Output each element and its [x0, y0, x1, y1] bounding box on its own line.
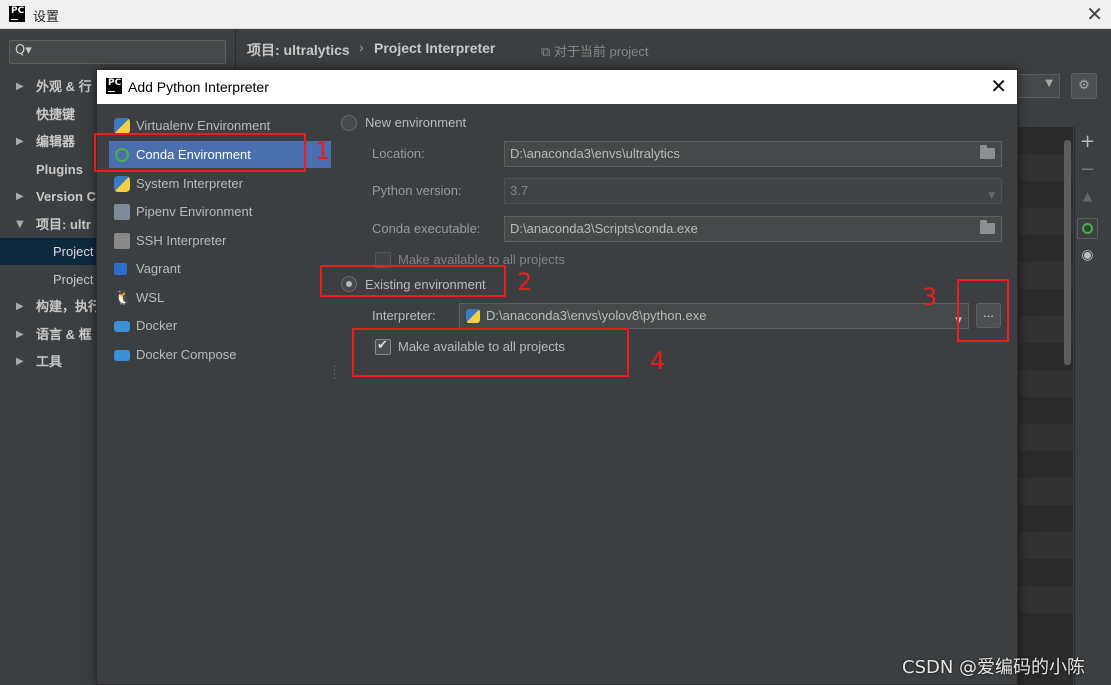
- collapse-arrow-icon[interactable]: ▼: [16, 211, 24, 238]
- expand-arrow-icon[interactable]: ▶: [16, 73, 24, 100]
- interpreter-value: D:\anaconda3\envs\yolov8\python.exe: [486, 308, 707, 323]
- csdn-watermark: CSDN @爱编码的小陈: [902, 657, 1086, 678]
- python-version-label: Python version:: [372, 183, 462, 198]
- annotation-number-4: 4: [650, 347, 666, 375]
- new-environment-radio[interactable]: [341, 115, 357, 131]
- chevron-down-icon: ▼: [988, 191, 995, 201]
- table-row: [1018, 370, 1073, 397]
- python-icon: [114, 118, 130, 134]
- env-type-system[interactable]: System Interpreter: [109, 170, 331, 197]
- env-type-docker-compose[interactable]: Docker Compose: [109, 341, 331, 368]
- expand-arrow-icon[interactable]: ▶: [16, 348, 24, 375]
- annotation-number-1: 1: [315, 137, 331, 165]
- docker-icon: [114, 350, 130, 361]
- location-label: Location:: [372, 146, 425, 161]
- table-row: [1018, 532, 1073, 559]
- expand-arrow-icon[interactable]: ▶: [16, 128, 24, 155]
- linux-icon: 🐧: [114, 290, 132, 306]
- python-version-value: 3.7: [510, 183, 529, 198]
- tree-item-label: 构建，执行: [36, 299, 102, 314]
- dialog-close-icon[interactable]: ✕: [990, 74, 1007, 98]
- new-environment-label: New environment: [365, 115, 467, 130]
- conda-executable-field[interactable]: D:\anaconda3\Scripts\conda.exe: [504, 216, 1002, 242]
- env-type-vagrant[interactable]: Vagrant: [109, 255, 331, 282]
- annotation-number-3: 3: [922, 283, 938, 311]
- tree-item-label: 语言 & 框: [36, 327, 92, 342]
- pycharm-logo-icon: PC: [106, 78, 122, 94]
- packages-toolbar: + − ▲ ◉: [1074, 127, 1099, 685]
- project-interpreter-select[interactable]: ▼: [1015, 74, 1060, 98]
- tree-item-label: Version C: [36, 189, 96, 204]
- settings-titlebar: PC 设置 ✕: [0, 0, 1111, 29]
- tree-item-label: 项目: ultr: [36, 217, 91, 232]
- breadcrumb-page: Project Interpreter: [374, 40, 496, 56]
- env-type-ssh[interactable]: SSH Interpreter: [109, 227, 331, 254]
- breadcrumb-project: 项目: ultralytics: [247, 42, 350, 58]
- settings-breadcrumb: 项目: ultralytics › Project Interpreter ⧉ …: [237, 29, 1111, 69]
- expand-arrow-icon[interactable]: ▶: [16, 321, 24, 348]
- add-package-icon[interactable]: +: [1075, 131, 1100, 152]
- folder-icon[interactable]: [980, 145, 995, 159]
- settings-search-input[interactable]: Q▾: [9, 40, 226, 64]
- annotation-number-2: 2: [517, 268, 533, 296]
- gear-icon[interactable]: ⚙: [1071, 73, 1097, 99]
- tree-item-label: Plugins: [36, 162, 83, 177]
- search-icon: Q▾: [15, 43, 32, 58]
- annotation-box-3: [957, 279, 1009, 342]
- env-type-label: SSH Interpreter: [136, 233, 227, 248]
- interpreter-select[interactable]: D:\anaconda3\envs\yolov8\python.exe ▼: [459, 303, 969, 329]
- table-row: [1018, 586, 1073, 613]
- env-type-pipenv[interactable]: Pipenv Environment: [109, 198, 331, 225]
- annotation-box-1: [94, 133, 306, 172]
- tree-item-label: 快捷键: [36, 107, 76, 122]
- vagrant-icon: [114, 263, 127, 275]
- conda-executable-value: D:\anaconda3\Scripts\conda.exe: [510, 221, 698, 236]
- location-value: D:\anaconda3\envs\ultralytics: [510, 146, 680, 161]
- dialog-title: Add Python Interpreter: [128, 79, 269, 95]
- env-type-label: Docker Compose: [136, 347, 237, 362]
- table-row: [1018, 424, 1073, 451]
- conda-executable-label: Conda executable:: [372, 221, 481, 236]
- pycharm-logo-icon: PC: [9, 6, 25, 22]
- annotation-box-2: [320, 265, 506, 297]
- settings-close-icon[interactable]: ✕: [1086, 2, 1103, 26]
- expand-arrow-icon[interactable]: ▶: [16, 183, 24, 210]
- ssh-icon: [114, 233, 130, 249]
- remove-package-icon[interactable]: −: [1075, 159, 1100, 180]
- env-type-docker[interactable]: Docker: [109, 312, 331, 339]
- conda-toggle-icon[interactable]: [1077, 218, 1098, 239]
- table-row: [1018, 478, 1073, 505]
- docker-icon: [114, 321, 130, 332]
- chevron-down-icon: ▼: [1045, 78, 1053, 89]
- tree-item-label: 外观 & 行: [36, 79, 92, 94]
- tree-item-label: Project: [53, 272, 94, 287]
- pipenv-icon: [114, 204, 130, 220]
- panel-splitter[interactable]: · · · ·: [333, 363, 337, 385]
- tree-item-label: 工具: [36, 354, 63, 369]
- expand-arrow-icon[interactable]: ▶: [16, 293, 24, 320]
- env-type-label: Pipenv Environment: [136, 204, 253, 219]
- env-type-wsl[interactable]: 🐧 WSL: [109, 284, 331, 311]
- env-type-label: Vagrant: [136, 261, 181, 276]
- python-icon: [114, 176, 130, 192]
- eye-icon[interactable]: ◉: [1075, 247, 1100, 263]
- folder-icon[interactable]: [980, 220, 995, 234]
- env-type-label: Docker: [136, 318, 178, 333]
- tree-item-label: Project: [53, 244, 94, 259]
- dialog-titlebar: PC Add Python Interpreter ✕: [97, 70, 1017, 104]
- location-field[interactable]: D:\anaconda3\envs\ultralytics: [504, 141, 1002, 167]
- settings-window-title: 设置: [33, 9, 60, 24]
- breadcrumb-scope-note: ⧉ 对于当前 project: [541, 44, 649, 59]
- tree-item-label: 编辑器: [36, 134, 76, 149]
- env-type-label: WSL: [136, 290, 165, 305]
- python-icon: [466, 309, 480, 323]
- interpreter-label: Interpreter:: [372, 308, 436, 323]
- env-type-label: System Interpreter: [136, 176, 243, 191]
- annotation-box-4: [352, 328, 629, 377]
- python-version-select[interactable]: 3.7 ▼: [504, 178, 1002, 204]
- upgrade-package-icon[interactable]: ▲: [1075, 189, 1100, 203]
- breadcrumb-separator: ›: [359, 39, 364, 55]
- packages-scrollbar[interactable]: [1064, 140, 1071, 365]
